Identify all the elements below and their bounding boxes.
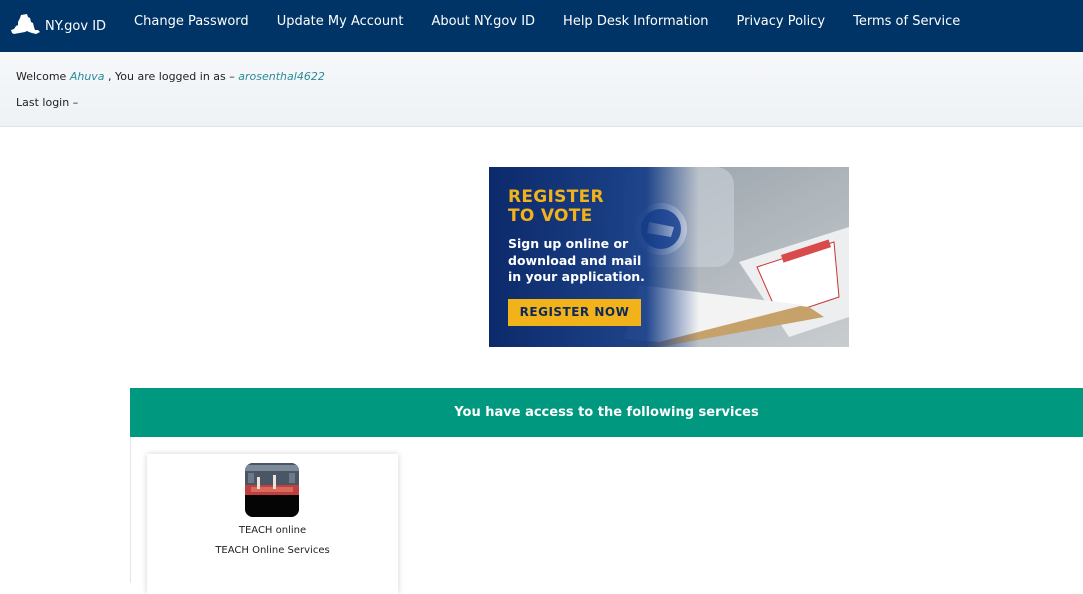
brand-link[interactable]: NY.gov ID	[0, 0, 120, 52]
nav-update-account[interactable]: Update My Account	[263, 0, 418, 52]
banner-title-line1: REGISTER	[508, 187, 604, 207]
nav-about[interactable]: About NY.gov ID	[417, 0, 549, 52]
nav-terms[interactable]: Terms of Service	[839, 0, 974, 52]
services-header: You have access to the following service…	[130, 388, 1083, 437]
welcome-bar: Welcome Ahuva , You are logged in as – a…	[0, 52, 1083, 127]
brand-label: NY.gov ID	[45, 18, 107, 34]
teach-icon	[245, 463, 299, 517]
last-login: Last login –	[16, 96, 79, 109]
banner-text: Sign up online or download and mail in y…	[508, 236, 645, 284]
register-to-vote-banner[interactable]: REGISTER TO VOTE Sign up online or downl…	[489, 167, 849, 347]
top-navigation: NY.gov ID Change Password Update My Acco…	[0, 0, 1083, 52]
welcome-line: Welcome Ahuva , You are logged in as – a…	[16, 70, 325, 83]
user-first-name: Ahuva	[69, 70, 105, 83]
welcome-prefix: Welcome	[16, 70, 67, 83]
banner-title-line2: TO VOTE	[508, 206, 593, 226]
nav-help-desk[interactable]: Help Desk Information	[549, 0, 722, 52]
ny-state-icon	[11, 14, 40, 34]
nav-privacy-policy[interactable]: Privacy Policy	[723, 0, 840, 52]
register-now-button[interactable]: REGISTER NOW	[508, 299, 641, 326]
service-description: TEACH Online Services	[215, 545, 330, 556]
service-card-teach[interactable]: TEACH online TEACH Online Services	[147, 454, 398, 594]
service-name: TEACH online	[238, 525, 307, 536]
username: arosenthal4622	[238, 70, 325, 83]
banner-title: REGISTER TO VOTE	[508, 188, 604, 226]
logged-in-text: , You are logged in as –	[108, 70, 235, 83]
nav-change-password[interactable]: Change Password	[120, 0, 263, 52]
